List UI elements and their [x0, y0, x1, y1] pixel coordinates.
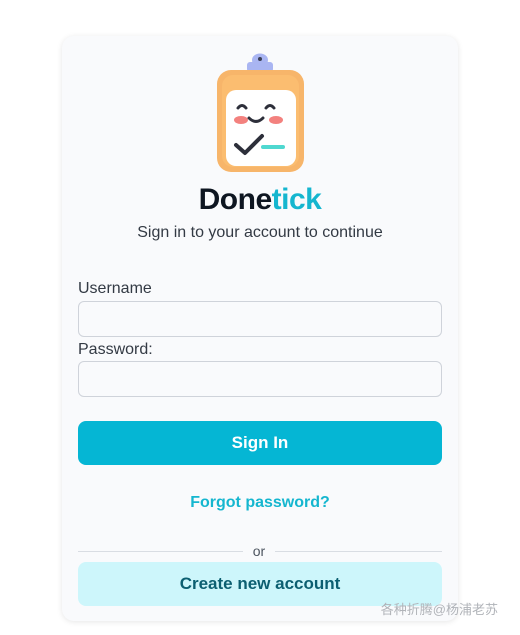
page-subtitle: Sign in to your account to continue [137, 224, 383, 241]
watermark-text: 各种折腾@杨浦老苏 [380, 602, 498, 617]
forgot-password-link[interactable]: Forgot password? [0, 494, 520, 512]
divider-line-left [78, 551, 243, 552]
divider-line-right [275, 551, 442, 552]
brand-name-part1: Done [198, 183, 273, 216]
login-page: Donetick Sign in to your account to cont… [0, 0, 520, 635]
password-input[interactable] [78, 361, 442, 397]
brand-name-part2: tick [271, 183, 322, 216]
sign-in-button[interactable]: Sign In [78, 421, 442, 465]
clipboard-logo-icon [217, 53, 304, 172]
username-label: Username [78, 280, 152, 297]
app-brand-title: Donetick [0, 183, 520, 217]
divider-or-text: or [252, 543, 266, 559]
password-label: Password: [78, 341, 153, 358]
username-input[interactable] [78, 301, 442, 337]
